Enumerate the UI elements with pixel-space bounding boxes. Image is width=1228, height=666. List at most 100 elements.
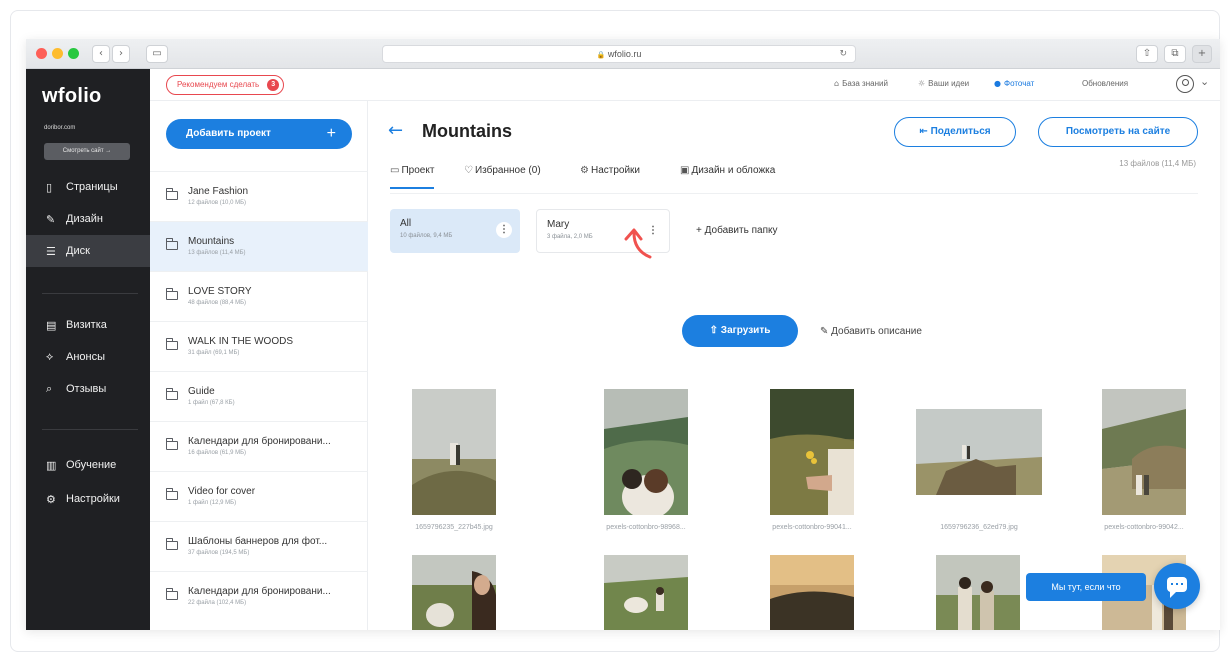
share-button[interactable]: ⇤ Поделиться	[894, 117, 1016, 147]
nav-label: Дизайн	[66, 213, 103, 225]
new-tab-icon[interactable]: +	[1192, 45, 1212, 63]
ideas-link[interactable]: ☼ Ваши идеи	[918, 79, 969, 88]
project-meta: 37 файлов (194,5 МБ)	[188, 550, 250, 556]
chat-button[interactable]	[1154, 563, 1200, 609]
project-name: Mountains	[188, 236, 235, 247]
folder-chip-all[interactable]: All 10 файлов, 9,4 МБ ⋮	[390, 209, 520, 253]
bulb-icon: ☼	[918, 79, 926, 88]
minimize-window-icon[interactable]	[52, 48, 63, 59]
folder-icon	[166, 338, 178, 350]
chevron-down-icon[interactable]: ⌄	[1200, 75, 1209, 88]
project-item[interactable]: Календари для бронировани... 22 файла (1…	[150, 571, 368, 621]
nav-label: Настройки	[66, 493, 120, 505]
browser-forward-button[interactable]: ›	[112, 45, 130, 63]
browser-back-button[interactable]: ‹	[92, 45, 110, 63]
link-label: База знаний	[842, 79, 888, 88]
nav-item-announcements[interactable]: ⟡ Анонсы	[26, 341, 150, 373]
project-item[interactable]: Guide 1 файл (67,8 КБ)	[150, 371, 368, 421]
avatar[interactable]	[1176, 75, 1194, 93]
upload-button[interactable]: ⇧ Загрузить	[682, 315, 798, 347]
file-name: pexels-cottonbro-99042...	[1104, 524, 1184, 531]
project-name: Guide	[188, 386, 215, 397]
plus-icon: +	[326, 125, 336, 142]
gear-icon: ⚙	[580, 165, 589, 176]
photo-thumbnail[interactable]	[936, 555, 1020, 630]
tab-project[interactable]: ▭ Проект	[390, 165, 435, 189]
project-meta: 48 файлов (88,4 МБ)	[188, 300, 247, 306]
tab-favorites[interactable]: ♡ Избранное (0)	[464, 165, 541, 176]
tab-label: Проект	[401, 165, 435, 176]
nav-item-settings[interactable]: ⚙ Настройки	[26, 483, 150, 515]
project-item[interactable]: Jane Fashion 12 файлов (10,0 МБ)	[150, 171, 368, 221]
add-project-button[interactable]: Добавить проект +	[166, 119, 352, 149]
maximize-window-icon[interactable]	[68, 48, 79, 59]
updates-link[interactable]: Обновления	[1082, 79, 1128, 88]
see-site-button[interactable]: Смотреть сайт →	[44, 143, 130, 160]
project-item[interactable]: Календари для бронировани... 16 файлов (…	[150, 421, 368, 471]
nav-label: Отзывы	[66, 383, 107, 395]
photo-thumbnail[interactable]	[412, 389, 496, 515]
knowledge-base-link[interactable]: ⌂ База знаний	[834, 79, 888, 88]
sidebar-toggle-icon[interactable]: ▭	[146, 45, 168, 63]
recommend-button[interactable]: Рекомендуем сделать 3	[166, 75, 285, 95]
nav-item-card[interactable]: ▤ Визитка	[26, 309, 150, 341]
more-vertical-icon[interactable]: ⋮	[496, 222, 512, 238]
tab-settings[interactable]: ⚙ Настройки	[580, 165, 640, 176]
add-description-button[interactable]: ✎ Добавить описание	[820, 326, 922, 337]
project-name: WALK IN THE WOODS	[188, 336, 294, 347]
logo[interactable]: wfolio	[42, 85, 102, 108]
project-meta: 1 файл (67,8 КБ)	[188, 400, 235, 406]
back-arrow-icon[interactable]: ←	[388, 120, 403, 141]
page-title: Mountains	[422, 121, 512, 141]
photo-thumbnail[interactable]	[604, 555, 688, 630]
project-meta: 22 файла (102,4 МБ)	[188, 600, 247, 606]
app-sidebar: wfolio doribor.com Смотреть сайт → ▯ Стр…	[26, 69, 150, 630]
file-name: 1659796235_227b45.jpg	[415, 524, 493, 531]
reload-icon[interactable]: ↻	[839, 46, 847, 62]
folder-icon	[166, 188, 178, 200]
lock-icon: 🔒	[596, 52, 606, 59]
folder-meta: 3 файла, 2,0 МБ	[547, 234, 593, 240]
share-browser-icon[interactable]: ⇧	[1136, 45, 1158, 63]
photo-thumbnail[interactable]	[1102, 389, 1186, 515]
nav-item-reviews[interactable]: ⌕ Отзывы	[26, 373, 150, 405]
photo-thumbnail[interactable]	[916, 409, 1042, 495]
share-label: Поделиться	[930, 126, 991, 137]
add-folder-button[interactable]: + Добавить папку	[696, 225, 777, 236]
nav-item-disk[interactable]: ☰ Диск	[26, 235, 150, 267]
folder-icon	[166, 538, 178, 550]
address-bar[interactable]: 🔒 wfolio.ru ↻	[382, 45, 856, 63]
nav-label: Обучение	[66, 459, 117, 471]
project-item[interactable]: Video for cover 1 файл (12,9 МБ)	[150, 471, 368, 521]
megaphone-icon: ⟡	[46, 350, 54, 363]
tabs-overview-icon[interactable]: ⧉	[1164, 45, 1186, 63]
chat-icon: ⌕	[46, 382, 53, 395]
nav-item-learning[interactable]: ▥ Обучение	[26, 449, 150, 481]
photo-thumbnail[interactable]	[604, 389, 688, 515]
photochat-link[interactable]: ● Фоточат	[994, 79, 1034, 88]
folder-icon	[166, 288, 178, 300]
top-bar: Рекомендуем сделать 3 ⌂ База знаний ☼ Ваши…	[150, 69, 1220, 101]
nav-item-design[interactable]: ✎ Дизайн	[26, 203, 150, 235]
link-label: Фоточат	[1003, 79, 1035, 88]
nav-item-pages[interactable]: ▯ Страницы	[26, 171, 150, 203]
view-site-button[interactable]: Посмотреть на сайте	[1038, 117, 1198, 147]
photo-thumbnail[interactable]	[770, 555, 854, 630]
folder-name: Mary	[547, 219, 570, 230]
project-item[interactable]: Mountains 13 файлов (11,4 МБ)	[150, 221, 368, 271]
file-name: 1659796236_62ed79.jpg	[940, 524, 1018, 531]
project-item[interactable]: WALK IN THE WOODS 31 файл (69,1 МБ)	[150, 321, 368, 371]
close-window-icon[interactable]	[36, 48, 47, 59]
files-count: 13 файлов (11,4 МБ)	[1119, 159, 1196, 168]
folder-meta: 10 файлов, 9,4 МБ	[400, 233, 453, 239]
tab-design-cover[interactable]: ▣ Дизайн и обложка	[680, 165, 775, 176]
project-item[interactable]: Шаблоны баннеров для фот... 37 файлов (1…	[150, 521, 368, 571]
photo-thumbnail[interactable]	[770, 389, 854, 515]
image-icon: ▣	[680, 165, 690, 176]
project-item[interactable]: LOVE STORY 48 файлов (88,4 МБ)	[150, 271, 368, 321]
recommend-label: Рекомендуем сделать	[177, 80, 260, 89]
photo-thumbnail[interactable]	[412, 555, 496, 630]
help-tooltip[interactable]: Мы тут, если что	[1026, 573, 1146, 601]
tab-label: Избранное (0)	[474, 165, 541, 176]
chat-dots-icon	[1171, 583, 1183, 585]
